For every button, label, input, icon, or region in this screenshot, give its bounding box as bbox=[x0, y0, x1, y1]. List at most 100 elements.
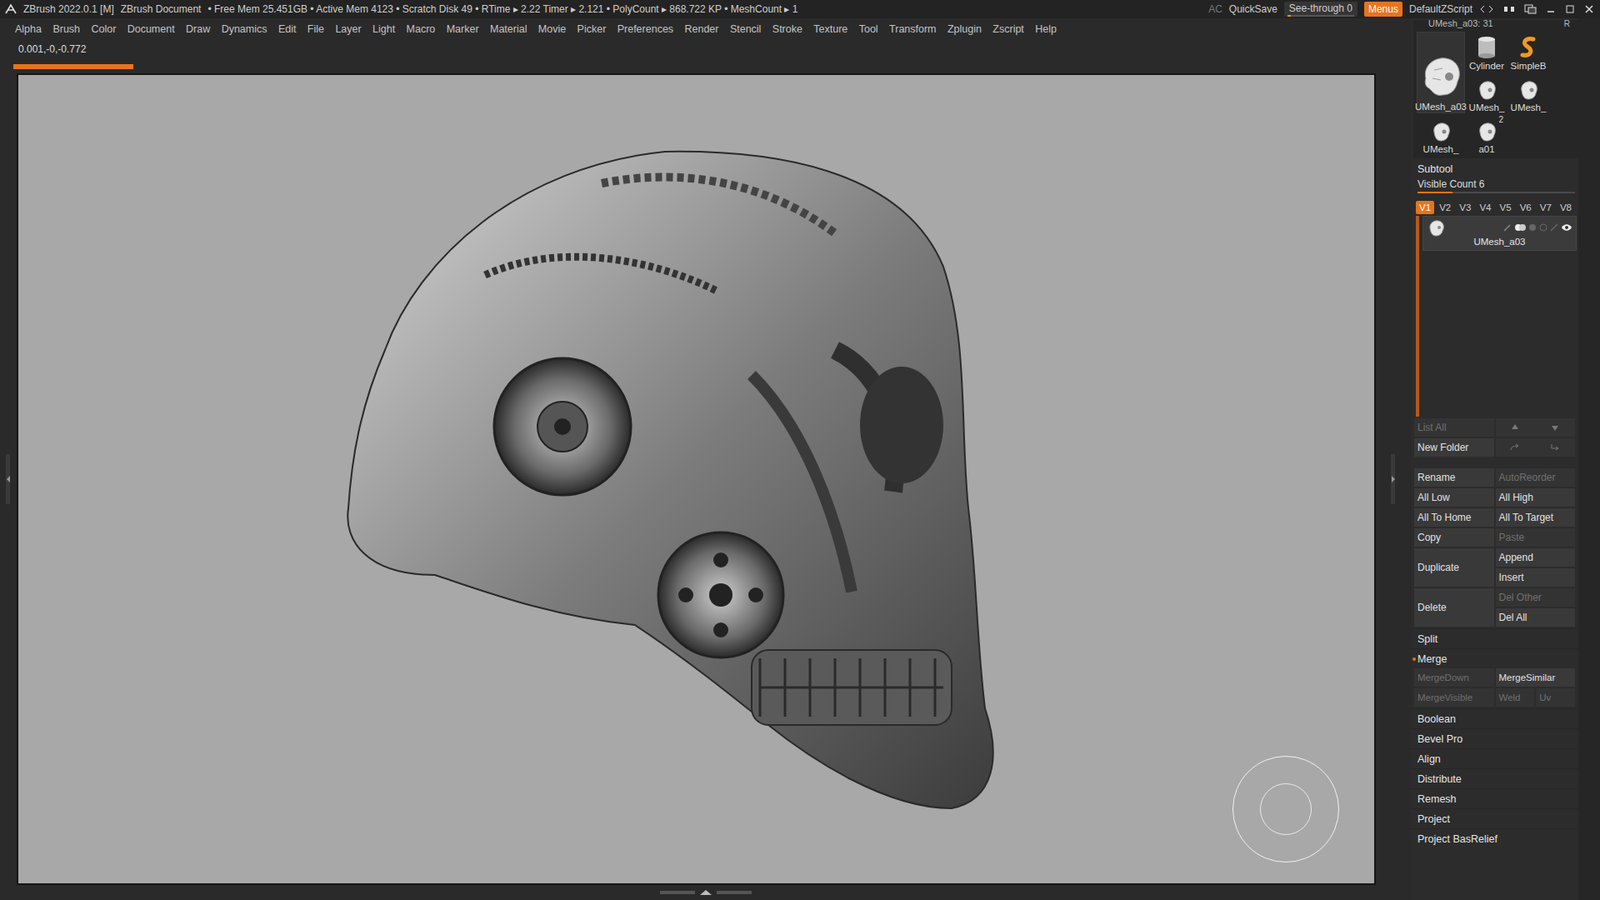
section-header[interactable]: Split bbox=[1410, 628, 1579, 649]
menu-item[interactable]: Edit bbox=[278, 23, 297, 35]
tool-label: Cylinder bbox=[1469, 60, 1505, 71]
menu-item[interactable]: Document bbox=[127, 23, 175, 35]
menu-item[interactable]: Alpha bbox=[15, 23, 42, 35]
menu-item[interactable]: Macro bbox=[406, 23, 436, 35]
menu-item[interactable]: Render bbox=[684, 23, 719, 35]
menu-item[interactable]: Brush bbox=[52, 23, 80, 35]
left-tray-handle[interactable] bbox=[0, 73, 17, 885]
action-button[interactable]: All Low bbox=[1414, 488, 1495, 507]
ac-label[interactable]: AC bbox=[1208, 3, 1223, 15]
navigation-widget[interactable] bbox=[1232, 755, 1340, 863]
section-label: Project bbox=[1417, 813, 1450, 825]
menu-item[interactable]: Zscript bbox=[992, 23, 1025, 35]
action-button[interactable]: Paste bbox=[1495, 528, 1576, 547]
menu-item[interactable]: Texture bbox=[813, 23, 848, 35]
navigation-inner-ring[interactable] bbox=[1260, 783, 1312, 835]
section-button[interactable]: Uv bbox=[1535, 688, 1575, 707]
page-tab[interactable]: V5 bbox=[1496, 200, 1515, 215]
visible-count-slider[interactable]: Visible Count 6 bbox=[1417, 178, 1575, 197]
curved-arrow-icon bbox=[1510, 443, 1520, 452]
action-button[interactable]: All High bbox=[1495, 488, 1576, 507]
move-into-button[interactable] bbox=[1495, 438, 1536, 457]
section-button[interactable]: MergeDown bbox=[1414, 668, 1495, 687]
menu-item[interactable]: Help bbox=[1035, 23, 1057, 35]
subtool-item[interactable]: UMesh_a03 bbox=[1422, 215, 1577, 251]
section-header[interactable]: Remesh bbox=[1410, 788, 1579, 809]
page-tab[interactable]: V1 bbox=[1415, 200, 1435, 215]
page-tab[interactable]: V4 bbox=[1475, 200, 1495, 215]
tool-thumbnail[interactable]: a012 bbox=[1466, 115, 1507, 155]
section-header[interactable]: Align bbox=[1410, 748, 1579, 769]
menu-item[interactable]: Tool bbox=[859, 23, 879, 35]
viewport-canvas[interactable] bbox=[16, 73, 1376, 885]
menu-item[interactable]: Dynamics bbox=[221, 23, 268, 35]
section-button[interactable]: Weld bbox=[1495, 688, 1535, 707]
page-tab[interactable]: V6 bbox=[1516, 200, 1535, 215]
tool-label: UMesh_ bbox=[1510, 102, 1547, 113]
menu-item[interactable]: Stencil bbox=[730, 23, 762, 35]
action-button[interactable]: AutoReorder bbox=[1495, 468, 1576, 487]
subtool-scrollbar[interactable] bbox=[1415, 215, 1420, 417]
section-header[interactable]: Project bbox=[1410, 808, 1579, 829]
section-label: Split bbox=[1417, 633, 1438, 645]
section-header[interactable]: Project BasRelief bbox=[1410, 828, 1579, 849]
section-button[interactable]: MergeSimilar bbox=[1495, 668, 1576, 687]
menu-item[interactable]: Marker bbox=[446, 23, 480, 35]
new-folder-button[interactable]: New Folder bbox=[1414, 438, 1495, 457]
menu-item[interactable]: Draw bbox=[185, 23, 210, 35]
action-button[interactable]: Del Other bbox=[1495, 588, 1576, 607]
tool-preview bbox=[1517, 79, 1540, 103]
action-button[interactable]: Delete bbox=[1414, 588, 1495, 627]
menu-item[interactable]: Light bbox=[372, 23, 395, 35]
arrow-down-icon bbox=[1550, 423, 1560, 432]
tool-thumbnail[interactable]: SimpleB bbox=[1508, 31, 1549, 72]
action-button[interactable]: Duplicate bbox=[1414, 548, 1495, 587]
page-tab[interactable]: V7 bbox=[1536, 200, 1555, 215]
move-up-button[interactable] bbox=[1495, 418, 1536, 437]
page-tab[interactable]: V2 bbox=[1435, 200, 1455, 215]
action-button[interactable]: Insert bbox=[1495, 568, 1576, 587]
subtool-scroll-fill bbox=[1415, 215, 1420, 417]
action-button[interactable]: Append bbox=[1495, 548, 1576, 567]
section-header[interactable]: Bevel Pro bbox=[1410, 728, 1579, 749]
tool-grid: UMesh_a03CylinderSimpleBUMesh_UMesh_UMes… bbox=[1416, 31, 1577, 155]
page-tab[interactable]: V3 bbox=[1455, 200, 1475, 215]
list-all-button[interactable]: List All bbox=[1414, 418, 1495, 437]
menu-item[interactable]: Movie bbox=[538, 23, 566, 35]
subtool-item-icons bbox=[1503, 223, 1573, 232]
action-button[interactable]: All To Home bbox=[1414, 508, 1495, 527]
menus-toggle[interactable]: Menus bbox=[1364, 1, 1403, 17]
see-through-slider[interactable]: See-through 0 bbox=[1284, 1, 1358, 17]
tool-thumbnail[interactable]: UMesh_ bbox=[1416, 115, 1465, 155]
tool-thumbnail[interactable]: UMesh_a03 bbox=[1416, 31, 1465, 114]
menu-item[interactable]: Material bbox=[490, 23, 527, 35]
section-button[interactable]: MergeVisible bbox=[1414, 688, 1495, 707]
menu-item[interactable]: File bbox=[307, 23, 325, 35]
bottom-tray-handle[interactable] bbox=[0, 885, 1411, 900]
action-button[interactable]: Copy bbox=[1414, 528, 1495, 547]
tool-thumbnail[interactable]: Cylinder bbox=[1466, 31, 1507, 72]
menu-item[interactable]: Stroke bbox=[772, 23, 803, 35]
action-button[interactable]: Del All bbox=[1495, 608, 1576, 627]
section-header[interactable]: Distribute bbox=[1410, 768, 1579, 789]
subtool-title[interactable]: Subtool bbox=[1410, 158, 1579, 177]
menu-item[interactable]: Color bbox=[90, 23, 116, 35]
tool-thumbnail[interactable]: UMesh_ bbox=[1508, 73, 1549, 114]
right-tray-handle[interactable] bbox=[1375, 73, 1411, 885]
action-button[interactable]: All To Target bbox=[1495, 508, 1576, 527]
menu-item[interactable]: Preferences bbox=[617, 23, 674, 35]
menu-item[interactable]: Picker bbox=[577, 23, 607, 35]
page-tab[interactable]: V8 bbox=[1556, 200, 1575, 215]
menu-item[interactable]: Transform bbox=[889, 23, 937, 35]
action-button[interactable]: Rename bbox=[1414, 468, 1495, 487]
menu-item[interactable]: Zplugin bbox=[947, 23, 982, 35]
move-down-button[interactable] bbox=[1535, 418, 1575, 437]
move-out-button[interactable] bbox=[1535, 438, 1575, 457]
tool-thumbnail[interactable]: UMesh_ bbox=[1466, 73, 1507, 114]
quicksave-button[interactable]: QuickSave bbox=[1229, 3, 1278, 15]
r-button[interactable]: R bbox=[1564, 19, 1570, 29]
default-zscript-button[interactable]: DefaultZScript bbox=[1409, 3, 1473, 15]
section-header[interactable]: Merge bbox=[1410, 648, 1579, 669]
section-header[interactable]: Boolean bbox=[1410, 708, 1579, 729]
menu-item[interactable]: Layer bbox=[335, 23, 361, 35]
